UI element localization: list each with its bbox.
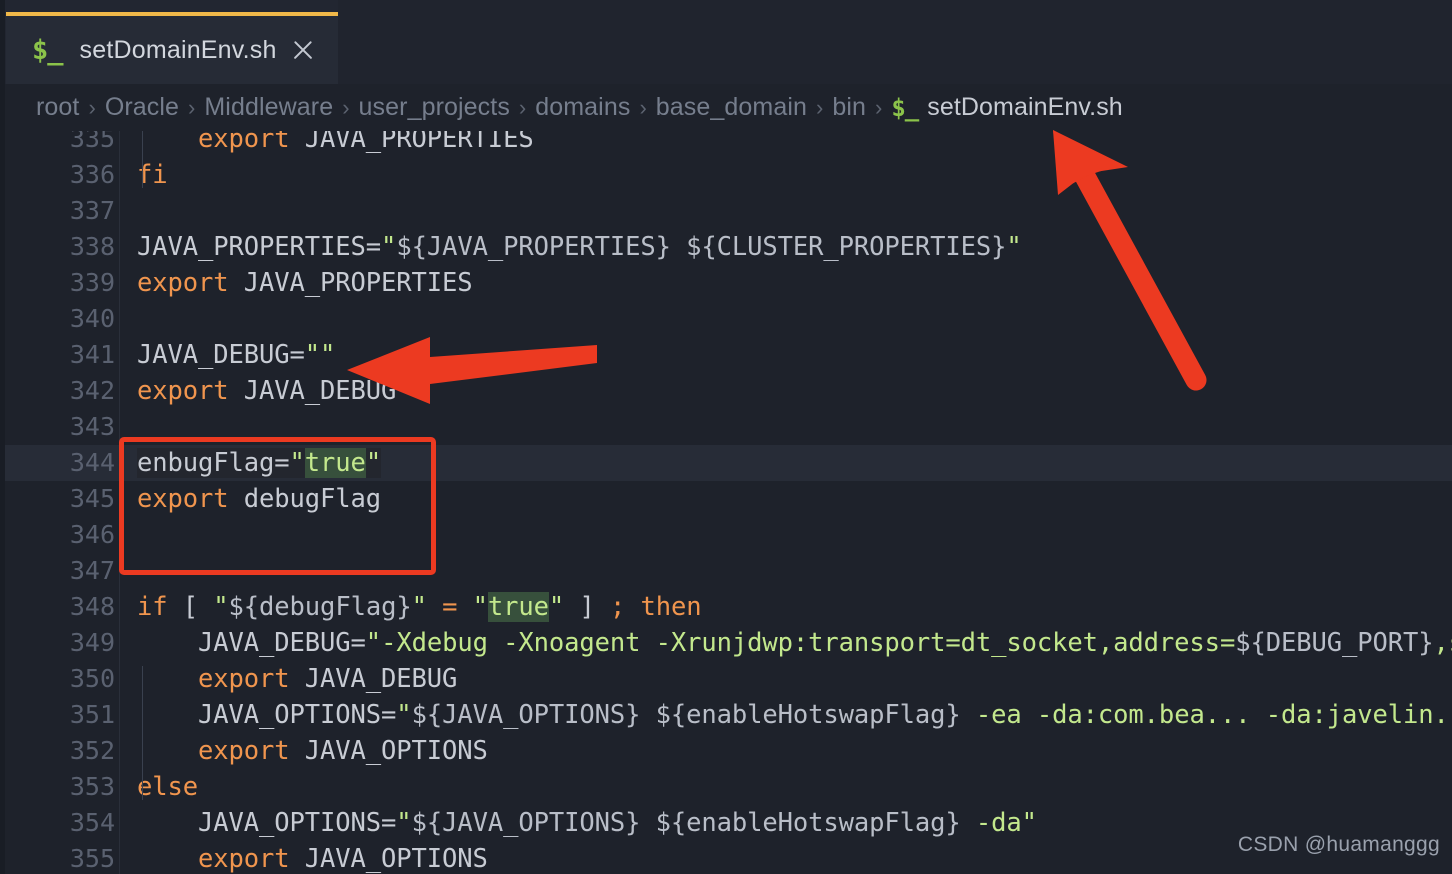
code-line[interactable]: fi <box>5 157 1452 193</box>
code-line-text: JAVA_OPTIONS="${JAVA_OPTIONS} ${enableHo… <box>137 808 1037 838</box>
line-number: 354 <box>69 808 115 837</box>
code-line-text: export JAVA_DEBUG <box>137 376 397 406</box>
chevron-right-icon: › <box>342 94 350 120</box>
line-number: 346 <box>69 520 115 549</box>
editor-window: $_ setDomainEnv.sh root › Oracle › Middlewar… <box>0 0 1452 874</box>
line-number: 355 <box>69 844 115 873</box>
line-number: 351 <box>69 700 115 729</box>
line-number: 345 <box>69 484 115 513</box>
line-number: 338 <box>69 232 115 261</box>
code-line[interactable]: export JAVA_DEBUG <box>5 373 1452 409</box>
code-line[interactable] <box>5 193 1452 229</box>
code-line-text: JAVA_DEBUG="-Xdebug -Xnoagent -Xrunjdwp:… <box>137 628 1452 658</box>
code-line[interactable]: JAVA_DEBUG="" <box>5 337 1452 373</box>
code-line-text: export JAVA_DEBUG <box>198 664 458 694</box>
tab-setdomainenv-sh[interactable]: $_ setDomainEnv.sh <box>6 12 338 84</box>
code-line-text: if [ "${debugFlag}" = "true" ] ; then <box>137 592 702 622</box>
code-line[interactable] <box>5 301 1452 337</box>
close-icon[interactable] <box>290 37 316 63</box>
breadcrumb-item-base_domain[interactable]: base_domain <box>656 93 807 122</box>
line-number: 343 <box>69 412 115 441</box>
code-line[interactable]: if [ "${debugFlag}" = "true" ] ; then <box>5 589 1452 625</box>
indent-guide <box>142 666 143 800</box>
breadcrumb-item-oracle[interactable]: Oracle <box>105 93 179 122</box>
indent-guide <box>142 131 143 188</box>
code-line-text: JAVA_DEBUG="" <box>137 340 336 370</box>
breadcrumb-item-root[interactable]: root <box>36 93 79 122</box>
chevron-right-icon: › <box>875 94 883 120</box>
line-number: 341 <box>69 340 115 369</box>
chevron-right-icon: › <box>88 94 96 120</box>
line-number: 336 <box>69 160 115 189</box>
line-number: 335 <box>69 131 115 153</box>
code-line-text: JAVA_OPTIONS="${JAVA_OPTIONS} ${enableHo… <box>137 700 1452 730</box>
breadcrumb-item-domains[interactable]: domains <box>535 93 630 122</box>
line-number: 342 <box>69 376 115 405</box>
code-line-text: JAVA_PROPERTIES="${JAVA_PROPERTIES} ${CL… <box>137 232 1022 262</box>
code-line-text: export JAVA_PROPERTIES <box>198 131 534 154</box>
code-line[interactable]: JAVA_DEBUG="-Xdebug -Xnoagent -Xrunjdwp:… <box>5 625 1452 661</box>
code-line[interactable]: JAVA_OPTIONS="${JAVA_OPTIONS} ${enableHo… <box>5 805 1452 841</box>
line-number: 344 <box>69 448 115 477</box>
chevron-right-icon: › <box>639 94 647 120</box>
shell-prompt-icon: $_ <box>32 34 64 66</box>
line-number: 339 <box>69 268 115 297</box>
breadcrumb: root › Oracle › Middleware › user_projects › dom… <box>5 84 1452 131</box>
chevron-right-icon: › <box>188 94 196 120</box>
shell-prompt-icon: $_ <box>891 93 919 122</box>
tab-bar: $_ setDomainEnv.sh <box>5 0 1452 85</box>
line-number: 337 <box>69 196 115 225</box>
tab-label: setDomainEnv.sh <box>79 35 277 64</box>
watermark: CSDN @huamanggg <box>1237 833 1440 856</box>
line-number: 353 <box>69 772 115 801</box>
code-line[interactable]: else <box>5 769 1452 805</box>
breadcrumb-item-user_projects[interactable]: user_projects <box>359 93 510 122</box>
code-line[interactable]: export JAVA_PROPERTIES <box>5 131 1452 157</box>
breadcrumb-item-bin[interactable]: bin <box>832 93 866 122</box>
breadcrumb-item-file[interactable]: setDomainEnv.sh <box>927 93 1123 122</box>
chevron-right-icon: › <box>816 94 824 120</box>
line-number: 349 <box>69 628 115 657</box>
code-line[interactable]: export JAVA_DEBUG <box>5 661 1452 697</box>
line-number: 350 <box>69 664 115 693</box>
line-number: 352 <box>69 736 115 765</box>
code-line-text: export JAVA_OPTIONS <box>198 736 488 766</box>
code-line-text: export JAVA_OPTIONS <box>198 844 488 874</box>
code-line[interactable]: JAVA_OPTIONS="${JAVA_OPTIONS} ${enableHo… <box>5 697 1452 733</box>
code-line-text: export JAVA_PROPERTIES <box>137 268 473 298</box>
annotation-highlight-box <box>119 437 436 575</box>
code-line[interactable]: export JAVA_OPTIONS <box>5 733 1452 769</box>
breadcrumb-item-middleware[interactable]: Middleware <box>204 93 333 122</box>
code-line[interactable]: JAVA_PROPERTIES="${JAVA_PROPERTIES} ${CL… <box>5 229 1452 265</box>
chevron-right-icon: › <box>518 94 527 120</box>
code-line-text: else <box>137 772 199 802</box>
tab-bar-empty-area <box>338 0 1452 85</box>
code-line[interactable]: export JAVA_OPTIONS <box>5 841 1452 874</box>
line-number: 340 <box>69 304 115 333</box>
line-number: 347 <box>69 556 115 585</box>
line-number: 348 <box>69 592 115 621</box>
code-line[interactable]: export JAVA_PROPERTIES <box>5 265 1452 301</box>
